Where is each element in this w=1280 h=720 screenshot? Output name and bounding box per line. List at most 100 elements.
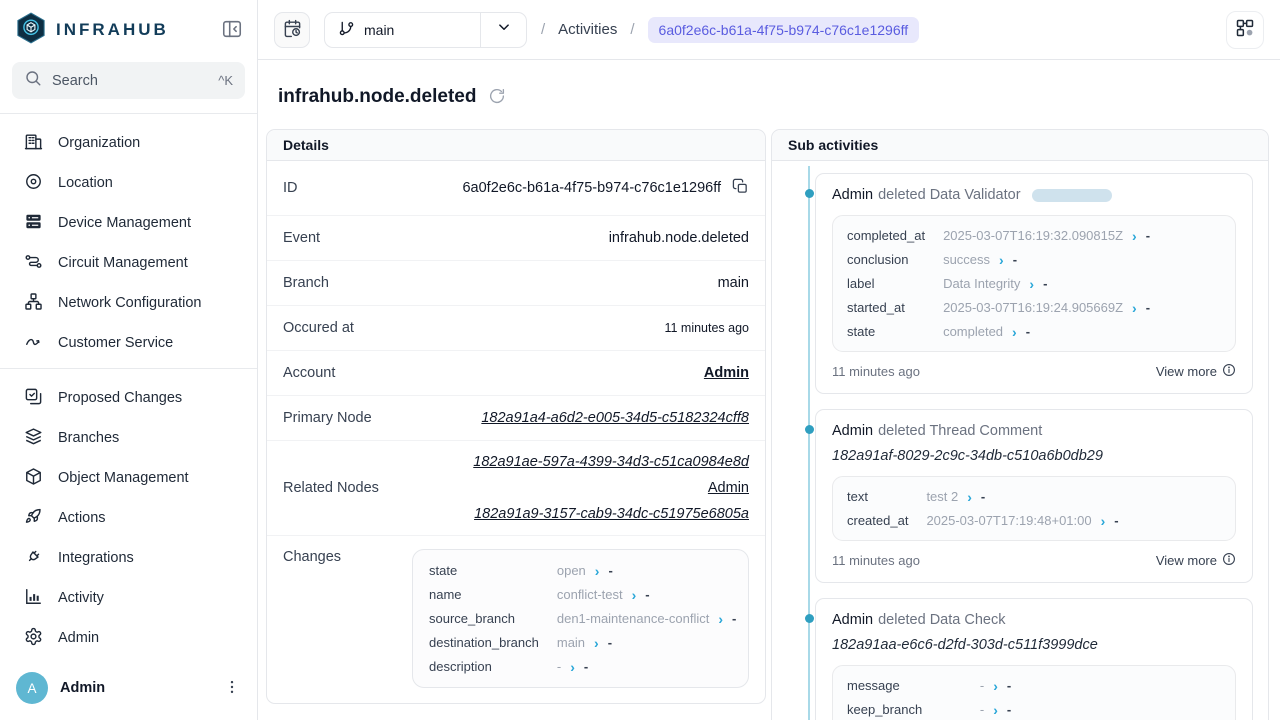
sidebar-item-integrations[interactable]: Integrations <box>0 538 257 578</box>
activity-timestamp: 11 minutes ago <box>832 364 920 379</box>
copy-id-button[interactable] <box>732 178 749 198</box>
sidebar-item-actions[interactable]: Actions <box>0 498 257 538</box>
activity-node-id: 182a91aa-e6c6-d2fd-303d-c511f3999dce <box>832 637 1236 653</box>
sidebar-item-label: Object Management <box>58 470 189 486</box>
detail-row-branch: Branch main <box>267 261 765 306</box>
branch-selector[interactable]: main <box>324 12 527 48</box>
refresh-button[interactable] <box>488 87 506 108</box>
sidebar-item-organization[interactable]: Organization <box>0 123 257 163</box>
change-new-value: - <box>1007 702 1011 717</box>
view-more-button[interactable]: View more <box>1156 552 1236 569</box>
sidebar-item-activity[interactable]: Activity <box>0 578 257 618</box>
sidebar-item-label: Activity <box>58 590 104 606</box>
copy-icon <box>732 178 749 198</box>
changes-box: state open›- name conflict-test›- source… <box>412 549 749 688</box>
breadcrumb-activity-id-badge[interactable]: 6a0f2e6c-b61a-4f75-b974-c76c1e1296ff <box>648 17 920 43</box>
sidebar-item-device-management[interactable]: Device Management <box>0 203 257 243</box>
change-arrow-icon: › <box>570 660 575 674</box>
skeleton-placeholder <box>1032 189 1112 202</box>
sidebar-item-label: Integrations <box>58 550 134 566</box>
search-icon <box>24 69 42 92</box>
info-icon <box>1222 363 1236 380</box>
change-arrow-icon: › <box>1132 301 1137 315</box>
activity-action: deleted Thread Comment <box>878 423 1042 439</box>
timeline-line <box>808 166 810 720</box>
detail-value-branch: main <box>718 275 749 291</box>
server-icon <box>24 212 43 235</box>
view-more-label: View more <box>1156 364 1217 379</box>
search-input[interactable]: Search ^K <box>12 62 245 99</box>
sub-activity-card: Admin deleted Data Validator completed_a… <box>815 173 1253 394</box>
related-node-link[interactable]: 182a91ae-597a-4399-34d3-c51ca0984e8d <box>473 454 749 470</box>
schema-visualizer-button[interactable] <box>1226 11 1264 49</box>
sub-activities-header: Sub activities <box>772 130 1268 161</box>
user-menu-button[interactable] <box>223 678 241 699</box>
sidebar-item-label: Network Configuration <box>58 295 201 311</box>
sidebar-item-label: Actions <box>58 510 106 526</box>
detail-row-occured-at: Occured at 11 minutes ago <box>267 306 765 351</box>
detail-row-account: Account Admin <box>267 351 765 396</box>
sidebar-item-label: Organization <box>58 135 140 151</box>
detail-row-related-nodes: Related Nodes 182a91ae-597a-4399-34d3-c5… <box>267 441 765 536</box>
sidebar-item-object-management[interactable]: Object Management <box>0 458 257 498</box>
sidebar-item-proposed-changes[interactable]: Proposed Changes <box>0 378 257 418</box>
sidebar-item-branches[interactable]: Branches <box>0 418 257 458</box>
change-key: label <box>847 276 925 291</box>
circle-dot-icon <box>24 172 43 195</box>
topbar: main / Activities / 6a0f2e6c-b61a-4f75-b… <box>258 0 1280 60</box>
app-root: INFRAHUB Search ^K <box>0 0 1280 720</box>
user-name: Admin <box>60 680 211 696</box>
change-new-value: - <box>608 563 612 578</box>
activity-changes-box: completed_at 2025-03-07T16:19:32.090815Z… <box>832 215 1236 352</box>
brand-name: INFRAHUB <box>56 20 169 40</box>
change-old-value: - <box>557 659 561 674</box>
detail-value-event: infrahub.node.deleted <box>609 230 749 246</box>
breadcrumb-activities-link[interactable]: Activities <box>558 21 617 38</box>
activity-changes-box: message -›- keep_branch -›- enriched_con… <box>832 665 1236 720</box>
sidebar-collapse-button[interactable] <box>221 18 243 43</box>
change-new-value: - <box>1146 300 1150 315</box>
refresh-icon <box>488 87 506 108</box>
sidebar-item-admin[interactable]: Admin <box>0 618 257 658</box>
sidebar-item-label: Branches <box>58 430 119 446</box>
related-node-link[interactable]: Admin <box>708 480 749 496</box>
change-arrow-icon: › <box>1012 325 1017 339</box>
change-arrow-icon: › <box>999 253 1004 267</box>
primary-node-link[interactable]: 182a91a4-a6d2-e005-34d5-c5182324cff8 <box>481 410 749 426</box>
account-link[interactable]: Admin <box>704 365 749 381</box>
change-arrow-icon: › <box>1029 277 1034 291</box>
change-arrow-icon: › <box>1101 514 1106 528</box>
infrahub-logo[interactable]: INFRAHUB <box>14 11 169 50</box>
change-old-value: main <box>557 635 585 650</box>
sidebar-item-circuit-management[interactable]: Circuit Management <box>0 243 257 283</box>
panel-collapse-icon <box>221 18 243 43</box>
change-arrow-icon: › <box>632 588 637 602</box>
schema-graph-icon <box>1235 18 1255 41</box>
change-new-value: - <box>1007 678 1011 693</box>
change-key: state <box>429 563 539 578</box>
rocket-icon <box>24 507 43 530</box>
detail-value-occured-at: 11 minutes ago <box>664 321 749 335</box>
sidebar-item-location[interactable]: Location <box>0 163 257 203</box>
sidebar-item-label: Customer Service <box>58 335 173 351</box>
detail-row-event: Event infrahub.node.deleted <box>267 216 765 261</box>
route-icon <box>24 252 43 275</box>
change-old-value: 2025-03-07T16:19:24.905669Z <box>943 300 1123 315</box>
copy-diff-icon <box>24 387 43 410</box>
sidebar-menu-secondary: Proposed Changes Branches Object Managem… <box>0 369 257 658</box>
change-new-value: - <box>608 635 612 650</box>
page-title: infrahub.node.deleted <box>278 86 476 108</box>
change-old-value: Data Integrity <box>943 276 1020 291</box>
view-more-button[interactable]: View more <box>1156 363 1236 380</box>
detail-label: Branch <box>283 275 329 291</box>
branch-selector-value: main <box>325 13 480 47</box>
sidebar-item-network-configuration[interactable]: Network Configuration <box>0 283 257 323</box>
change-key: created_at <box>847 513 908 528</box>
sidebar-item-customer-service[interactable]: Customer Service <box>0 323 257 363</box>
date-picker-button[interactable] <box>274 12 310 48</box>
change-old-value: - <box>980 702 984 717</box>
branch-selector-toggle[interactable] <box>480 13 526 47</box>
related-node-link[interactable]: 182a91a9-3157-cab9-34dc-c51975e6805a <box>474 506 749 522</box>
avatar[interactable]: A <box>16 672 48 704</box>
change-old-value: den1-maintenance-conflict <box>557 611 709 626</box>
